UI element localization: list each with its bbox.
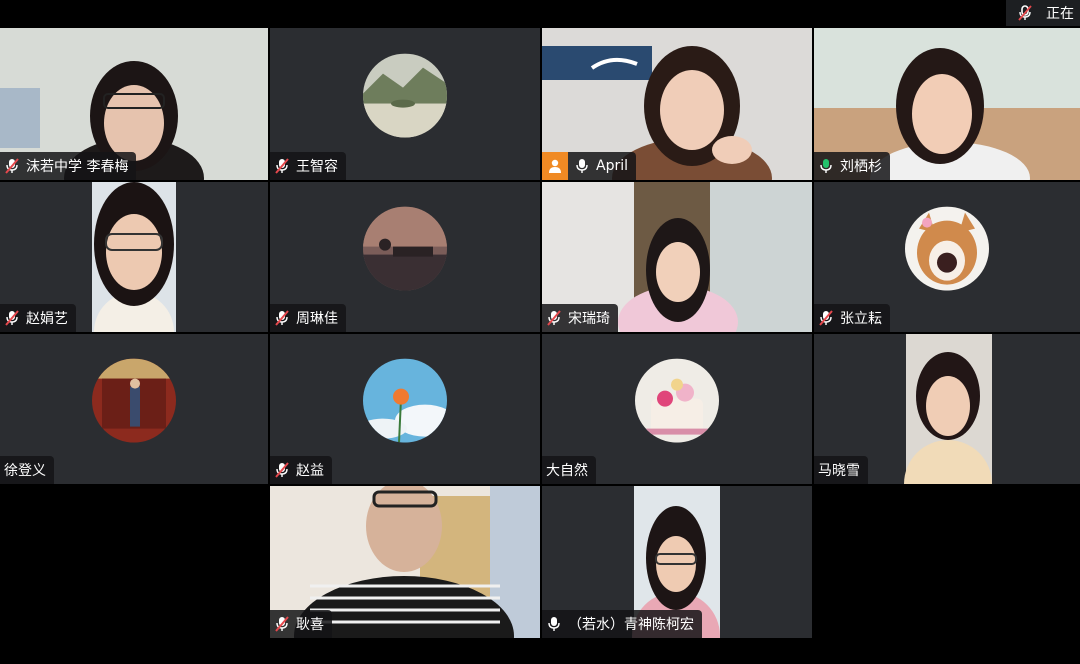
video-grid: 沫若中学 李春梅 王智容 April 刘栖杉 赵娟艺 周琳佳 宋瑞琦 张立耘 徐… [0,28,1080,664]
mic-icon [576,159,588,173]
participant-name: 沫若中学 李春梅 [26,159,129,175]
participant-name-label: 周琳佳 [270,304,346,332]
participant-name-label: 赵娟艺 [0,304,76,332]
mic-muted-icon [5,158,19,174]
top-bar: 正在 [0,0,1080,28]
participant-name: 徐登义 [4,463,46,479]
recording-indicator[interactable]: 正在 [1006,0,1080,26]
mic-muted-icon [275,616,289,632]
person-icon [549,159,561,173]
participant-name-label: （若水）青神陈柯宏 [542,610,702,638]
participant-name: 大自然 [546,463,588,479]
participant-tile[interactable]: 徐登义 [0,334,268,484]
participant-tile-active-speaker[interactable]: 刘栖杉 [814,28,1080,180]
participant-name-label: 马晓雪 [814,456,868,484]
avatar [363,206,447,291]
participant-tile[interactable]: April [542,28,812,180]
participant-tile[interactable]: 耿喜 [270,486,540,638]
participant-name-label: 大自然 [542,456,596,484]
avatar [363,53,447,138]
participant-name-label: 王智容 [270,152,346,180]
recording-label: 正在 [1046,6,1074,22]
participant-tile[interactable]: 大自然 [542,334,812,484]
participant-name-label: April [542,152,636,180]
participant-name-label: 徐登义 [0,456,54,484]
participant-tile[interactable]: 沫若中学 李春梅 [0,28,268,180]
participant-name: 马晓雪 [818,463,860,479]
participant-tile[interactable]: 张立耘 [814,182,1080,332]
participant-tile[interactable]: 赵益 [270,334,540,484]
mic-muted-icon [275,158,289,174]
avatar [905,206,989,291]
mic-muted-icon [819,310,833,326]
participant-tile[interactable]: 马晓雪 [814,334,1080,484]
participant-name: 王智容 [296,159,338,175]
mic-muted-icon [275,310,289,326]
participant-name-label: 耿喜 [270,610,332,638]
participant-name: 张立耘 [840,311,882,327]
participant-name: 周琳佳 [296,311,338,327]
participant-tile[interactable]: 王智容 [270,28,540,180]
participant-tile[interactable]: （若水）青神陈柯宏 [542,486,812,638]
participant-name-label: 刘栖杉 [814,152,890,180]
participant-name-label: 张立耘 [814,304,890,332]
participant-name: 赵益 [296,463,324,479]
mic-muted-icon [547,310,561,326]
mic-muted-icon [1018,5,1032,21]
participant-name: 刘栖杉 [840,159,882,175]
participant-name: April [596,158,628,174]
mic-muted-icon [275,462,289,478]
participant-tile[interactable]: 周琳佳 [270,182,540,332]
participant-tile[interactable]: 赵娟艺 [0,182,268,332]
participant-name-label: 赵益 [270,456,332,484]
avatar [363,358,447,443]
participant-name-label: 沫若中学 李春梅 [0,152,137,180]
participant-name: 赵娟艺 [26,311,68,327]
participant-name: 宋瑞琦 [568,311,610,327]
mic-muted-icon [5,310,19,326]
avatar [92,358,176,443]
participant-tile[interactable]: 宋瑞琦 [542,182,812,332]
avatar [635,358,719,443]
mic-icon [548,617,560,631]
participant-name: （若水）青神陈柯宏 [568,617,694,633]
participant-name: 耿喜 [296,617,324,633]
mic-speaking-icon [820,159,832,173]
participant-name-label: 宋瑞琦 [542,304,618,332]
host-badge [542,152,568,180]
